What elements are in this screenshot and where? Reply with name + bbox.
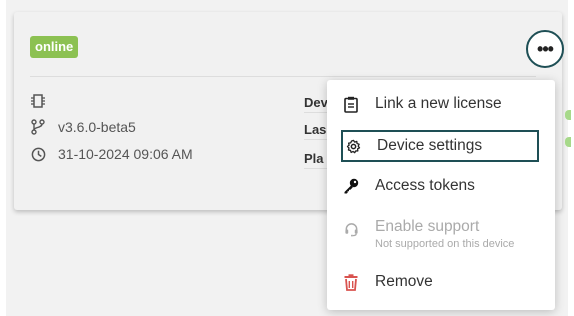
clipboard-icon [343,95,359,113]
clock-icon [30,146,46,162]
menu-item-label: Device settings [377,137,483,154]
device-chip-row [30,93,58,109]
ellipsis-icon: ••• [537,39,554,59]
menu-item-label: Access tokens [375,177,475,194]
support-headset-icon [343,220,359,238]
menu-item-link-license[interactable]: Link a new license [343,95,502,113]
chip-icon [30,93,46,109]
card-divider [30,76,536,77]
version-text: v3.6.0-beta5 [58,119,136,135]
menu-item-access-tokens[interactable]: Access tokens [343,177,475,195]
menu-item-label: Remove [375,273,433,290]
menu-item-remove[interactable]: Remove [343,273,433,291]
more-options-button[interactable]: ••• [526,30,564,68]
gear-icon [345,137,361,155]
detail-label: Pla [304,151,324,166]
detail-label: Las [304,122,327,137]
status-indicator [565,137,571,147]
status-indicator [565,110,571,120]
git-branch-icon [30,119,46,135]
key-icon [343,177,359,195]
menu-item-label: Link a new license [375,95,502,112]
menu-item-enable-support: Enable support Not supported on this dev… [343,218,514,250]
date-text: 31-10-2024 09:06 AM [58,146,193,162]
trash-icon [343,273,359,291]
date-row: 31-10-2024 09:06 AM [30,146,193,162]
status-badge: online [30,36,79,58]
menu-item-sublabel: Not supported on this device [375,238,515,250]
support-text: Enable support Not supported on this dev… [375,218,514,250]
detail-label: Dev [304,95,328,110]
options-menu: Link a new license Device settings Acces… [327,80,555,310]
menu-item-label: Enable support [375,218,480,235]
menu-item-device-settings[interactable]: Device settings [341,130,539,162]
version-row: v3.6.0-beta5 [30,119,136,135]
